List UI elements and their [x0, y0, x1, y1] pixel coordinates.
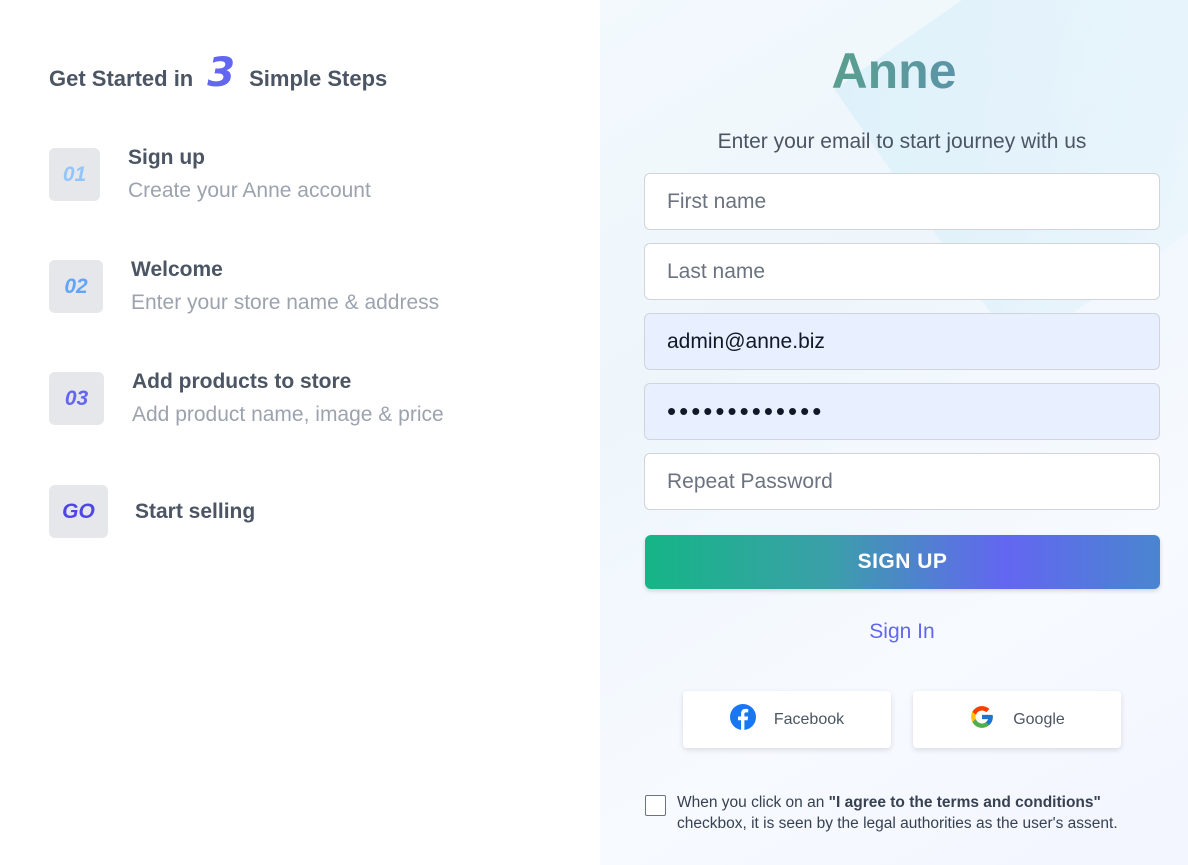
sign-up-button[interactable]: SIGN UP: [645, 535, 1160, 589]
brand-logo: Anne: [600, 42, 1188, 100]
step-subtitle: Enter your store name & address: [131, 291, 440, 314]
step-welcome: 02 Welcome Enter your store name & addre…: [49, 258, 440, 315]
step-sign-up: 01 Sign up Create your Anne account: [49, 146, 371, 203]
facebook-label: Facebook: [773, 710, 845, 728]
steps-panel: Get Started in 3 Simple Steps 01 Sign up…: [0, 0, 600, 865]
step-badge: 03: [49, 372, 104, 425]
step-title: Sign up: [128, 146, 205, 169]
password-field[interactable]: [644, 383, 1160, 440]
step-badge: 02: [49, 260, 103, 313]
facebook-button[interactable]: Facebook: [683, 691, 891, 748]
headline-prefix: Get Started in: [49, 66, 194, 91]
email-field[interactable]: [644, 313, 1160, 370]
first-name-field[interactable]: [644, 173, 1160, 230]
terms-emphasis: "I agree to the terms and conditions": [828, 794, 1101, 811]
terms-consent: When you click on an "I agree to the ter…: [645, 792, 1145, 834]
repeat-password-field[interactable]: [644, 453, 1160, 510]
step-title: Welcome: [131, 258, 223, 281]
headline-number: 3: [207, 50, 236, 96]
step-badge: GO: [49, 485, 108, 538]
signup-panel: Anne Enter your email to start journey w…: [600, 0, 1188, 865]
step-subtitle: Create your Anne account: [128, 179, 371, 202]
google-icon: [969, 704, 995, 735]
step-subtitle: Add product name, image & price: [132, 403, 444, 426]
step-title: Add products to store: [132, 370, 352, 393]
step-title: Start selling: [135, 499, 256, 523]
signup-tagline: Enter your email to start journey with u…: [717, 130, 1087, 153]
headline-suffix: Simple Steps: [249, 66, 388, 91]
step-add-products: 03 Add products to store Add product nam…: [49, 370, 444, 427]
last-name-field[interactable]: [644, 243, 1160, 300]
facebook-icon: [729, 704, 756, 735]
google-button[interactable]: Google: [913, 691, 1121, 748]
step-badge: 01: [49, 148, 100, 201]
terms-text: When you click on an "I agree to the ter…: [677, 794, 1118, 832]
google-label: Google: [1013, 710, 1065, 728]
step-start-selling: GO Start selling: [49, 485, 255, 538]
sign-in-link[interactable]: Sign In: [600, 620, 1188, 644]
steps-headline: Get Started in 3 Simple Steps: [49, 50, 387, 96]
terms-checkbox[interactable]: [645, 795, 666, 816]
